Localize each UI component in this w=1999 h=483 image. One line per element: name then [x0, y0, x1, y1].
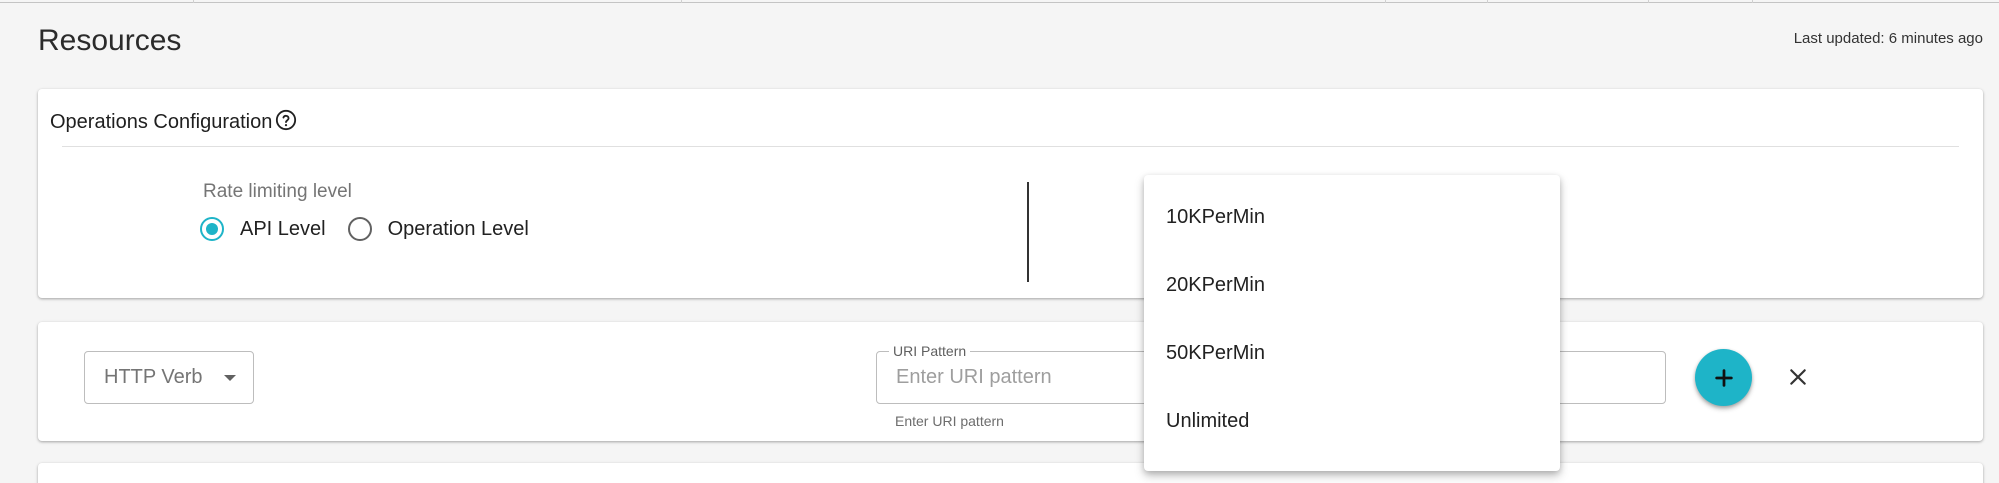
rate-limit-dropdown-menu: 10KPerMin 20KPerMin 50KPerMin Unlimited: [1144, 175, 1560, 471]
menu-item-20kpermin[interactable]: 20KPerMin: [1144, 251, 1560, 319]
plus-icon: [1714, 368, 1733, 387]
rate-limiting-level-label: Rate limiting level: [203, 181, 352, 202]
help-circle-icon[interactable]: [275, 109, 297, 131]
caret-down-icon: [224, 375, 236, 381]
operations-configuration-card: Operations Configuration Rate limiting l…: [38, 89, 1983, 298]
uri-pattern-helper-text: Enter URI pattern: [895, 413, 1004, 429]
operations-configuration-title: Operations Configuration: [50, 109, 297, 134]
top-tab-strip: [0, 0, 1999, 3]
last-updated-text: Last updated: 6 minutes ago: [1793, 30, 1983, 47]
api-level-radio[interactable]: [200, 217, 224, 241]
menu-item-50kpermin[interactable]: 50KPerMin: [1144, 319, 1560, 387]
page-title: Resources: [38, 24, 182, 57]
section-divider: [62, 146, 1959, 147]
http-verb-select[interactable]: HTTP Verb: [84, 351, 254, 404]
operation-level-radio[interactable]: [347, 217, 372, 241]
add-resource-button[interactable]: [1695, 349, 1752, 406]
vertical-divider: [1027, 182, 1029, 282]
close-button[interactable]: [1781, 360, 1815, 394]
rate-limiting-radio-group: API Level Operation Level: [200, 217, 551, 241]
menu-item-unlimited[interactable]: Unlimited: [1144, 387, 1560, 455]
operation-level-label[interactable]: Operation Level: [388, 218, 529, 241]
api-level-label[interactable]: API Level: [240, 218, 326, 241]
menu-item-10kpermin[interactable]: 10KPerMin: [1144, 183, 1560, 251]
http-verb-placeholder: HTTP Verb: [104, 366, 203, 388]
add-resource-card: HTTP Verb URI Pattern Enter URI pattern: [38, 322, 1983, 441]
resource-list-card: [38, 463, 1983, 483]
operations-configuration-label: Operations Configuration: [50, 111, 273, 133]
close-icon: [1790, 369, 1806, 385]
